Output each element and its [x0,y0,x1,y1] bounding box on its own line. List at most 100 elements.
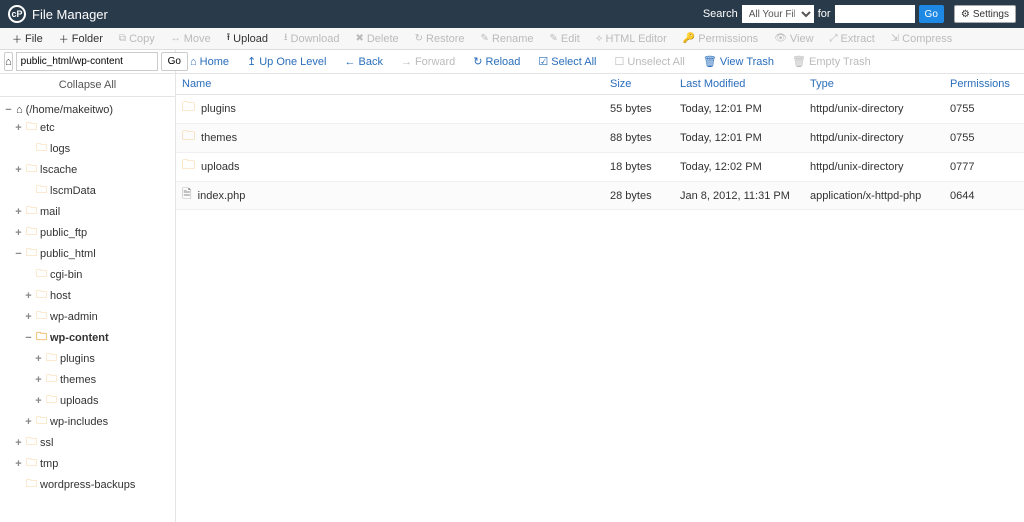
file-list: Name Size Last Modified Type Permissions… [176,74,1024,522]
expand-icon[interactable]: + [24,311,33,323]
folder-icon: 🗀 [36,307,47,326]
file-modified: Today, 12:02 PM [674,153,804,182]
gear-icon: ⚙ [961,9,970,20]
download-icon: ⭳ [284,30,288,47]
home-button[interactable]: ⌂ [4,52,13,71]
expand-icon[interactable]: + [14,206,23,218]
folder-icon: 🗀 [182,127,195,149]
search-go-button[interactable]: Go [919,5,944,23]
file-modified: Today, 12:01 PM [674,95,804,124]
folder-icon: 🗀 [26,454,37,473]
tree-item-logs[interactable]: 🗀logs [4,138,171,159]
expand-icon[interactable]: + [24,416,33,428]
file-row-index-php[interactable]: 🗎index.php28 bytesJan 8, 2012, 11:31 PMa… [176,182,1024,210]
col-header-size[interactable]: Size [604,74,674,95]
folder-icon: 🗀 [46,391,57,410]
filenav-view-trash[interactable]: 🗑View Trash [695,55,782,68]
folder-tree: −⌂ (/home/makeitwo)+🗀etc🗀logs+🗀lscache🗀l… [0,97,175,501]
tree-item-ssl[interactable]: +🗀ssl [4,432,171,453]
folder-tree-sidebar: Collapse All −⌂ (/home/makeitwo)+🗀etc🗀lo… [0,74,176,522]
file-nav-bar: ⌂Home↥Up One Level←Back→Forward↻Reload☑S… [176,50,1024,73]
tree-item-cgi-bin[interactable]: 🗀cgi-bin [4,264,171,285]
search-input[interactable] [835,5,915,23]
filenav-select-all[interactable]: ☑Select All [530,55,604,68]
expand-icon[interactable]: + [14,458,23,470]
tree-item-wordpress-backups[interactable]: 🗀wordpress-backups [4,474,171,495]
file-row-themes[interactable]: 🗀themes88 bytesToday, 12:01 PMhttpd/unix… [176,124,1024,153]
tree-item-lscache[interactable]: +🗀lscache [4,159,171,180]
tree-item-wp-admin[interactable]: +🗀wp-admin [4,306,171,327]
filenav-home[interactable]: ⌂Home [182,56,237,68]
up-one-level-icon: ↥ [247,55,256,68]
folder-icon: 🗀 [36,286,47,305]
settings-label: Settings [973,9,1009,20]
tree-item-wp-content[interactable]: −🗀wp-content [4,327,171,348]
folder-icon: 🗀 [26,475,37,494]
folder-icon: 🗀 [36,265,47,284]
folder-icon: 🗀 [26,433,37,452]
folder-icon: ＋ [59,31,69,46]
tree-item-mail[interactable]: +🗀mail [4,201,171,222]
for-label: for [818,8,831,20]
toolbar-permissions: 🔑Permissions [675,28,766,50]
settings-button[interactable]: ⚙ Settings [954,5,1016,23]
expand-icon[interactable]: + [24,290,33,302]
filenav-reload[interactable]: ↻Reload [465,55,528,68]
path-bar: ⌂ Go [0,50,176,73]
home-icon: ⌂ [5,56,12,68]
file-perm: 0755 [944,124,1024,153]
toolbar-rename: ✎Rename [473,28,542,50]
restore-icon: ↻ [415,33,423,44]
tree-item-public_html[interactable]: −🗀public_html [4,243,171,264]
tree-item-lscmdata[interactable]: 🗀lscmData [4,180,171,201]
toolbar-file[interactable]: ＋File [4,28,51,50]
toolbar-folder[interactable]: ＋Folder [51,28,111,50]
file-type: application/x-httpd-php [804,182,944,210]
collapse-all-button[interactable]: Collapse All [0,74,175,97]
tree-item-public_ftp[interactable]: +🗀public_ftp [4,222,171,243]
file-size: 18 bytes [604,153,674,182]
tree-item-themes[interactable]: +🗀themes [4,369,171,390]
tree-root[interactable]: −⌂ (/home/makeitwo) [4,103,171,117]
expand-icon[interactable]: + [14,227,23,239]
toolbar-edit: ✎Edit [542,28,588,50]
toolbar-upload[interactable]: ⭱Upload [219,28,276,50]
toolbar-view: 👁View [766,28,821,50]
file-row-plugins[interactable]: 🗀plugins55 bytesToday, 12:01 PMhttpd/uni… [176,95,1024,124]
toolbar-move: ↔Move [163,28,219,50]
filenav-back[interactable]: ←Back [336,56,390,68]
filenav-forward: →Forward [393,56,463,68]
expand-icon[interactable]: + [14,164,23,176]
expand-icon[interactable]: − [24,332,33,344]
empty-trash-icon: 🗑 [792,55,806,68]
tree-item-tmp[interactable]: +🗀tmp [4,453,171,474]
copy-icon: ⧉ [119,33,126,44]
expand-icon[interactable]: + [34,395,43,407]
search-scope-select[interactable]: All Your Files [742,5,814,23]
home-icon: ⌂ [16,104,23,116]
app-header: cP File Manager Search All Your Files fo… [0,0,1024,28]
expand-icon[interactable]: + [14,122,23,134]
expand-icon[interactable]: − [4,104,13,116]
expand-icon[interactable]: − [14,248,23,260]
tree-item-host[interactable]: +🗀host [4,285,171,306]
col-header-modified[interactable]: Last Modified [674,74,804,95]
tree-item-wp-includes[interactable]: +🗀wp-includes [4,411,171,432]
col-header-permissions[interactable]: Permissions [944,74,1024,95]
tree-item-uploads[interactable]: +🗀uploads [4,390,171,411]
tree-item-plugins[interactable]: +🗀plugins [4,348,171,369]
file-perm: 0755 [944,95,1024,124]
expand-icon[interactable]: + [34,353,43,365]
file-icon: ＋ [12,31,22,46]
expand-icon[interactable]: + [34,374,43,386]
expand-icon[interactable]: + [14,437,23,449]
col-header-name[interactable]: Name [176,74,604,95]
tree-item-etc[interactable]: +🗀etc [4,117,171,138]
path-input[interactable] [16,52,158,71]
filenav-up-one-level[interactable]: ↥Up One Level [239,55,334,68]
col-header-type[interactable]: Type [804,74,944,95]
folder-icon: 🗀 [182,156,195,178]
toolbar-extract: ⤢Extract [822,28,883,50]
toolbar-html-editor: ⟡HTML Editor [588,28,675,50]
file-row-uploads[interactable]: 🗀uploads18 bytesToday, 12:02 PMhttpd/uni… [176,153,1024,182]
